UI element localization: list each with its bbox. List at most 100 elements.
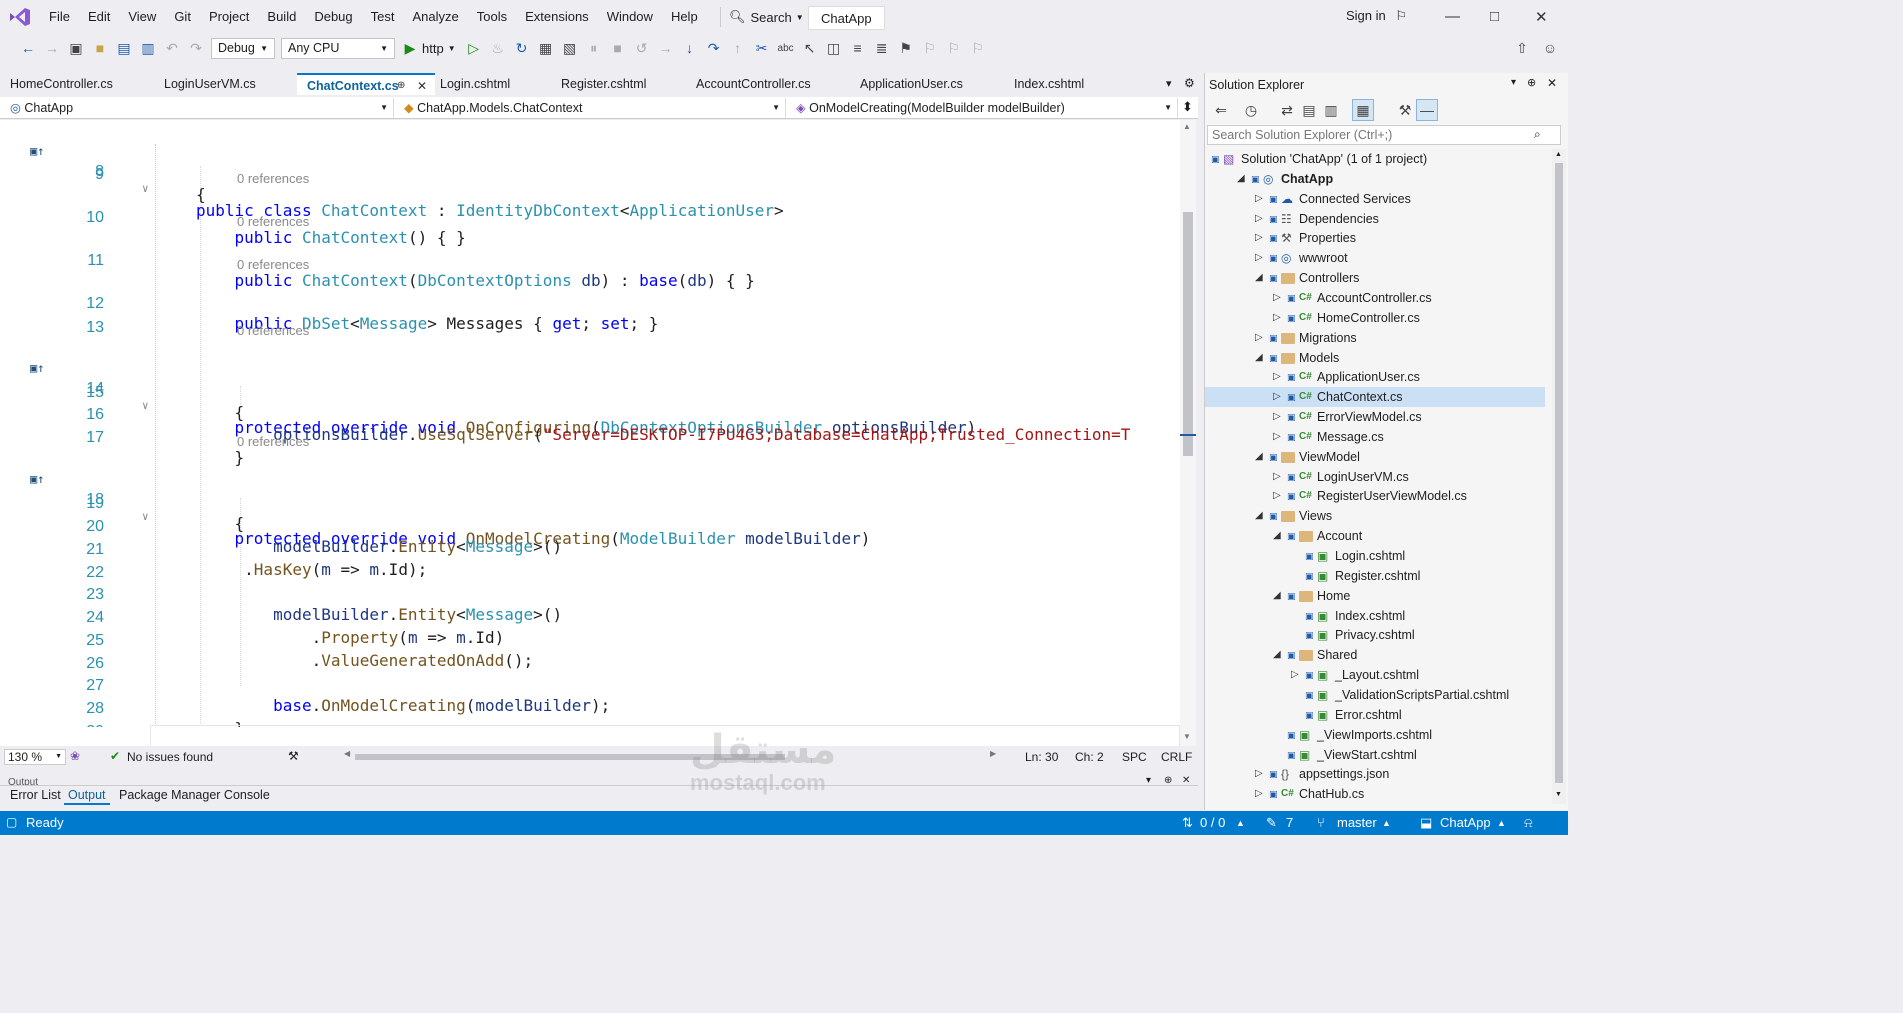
indent-icon[interactable]: ≡ — [847, 37, 869, 59]
tree-item[interactable]: ▷ ▣ C# Message.cs — [1205, 427, 1545, 447]
next-bookmark-icon[interactable]: ⚐ — [943, 37, 965, 59]
redo-icon[interactable]: ↷ — [185, 37, 207, 59]
line-indicator[interactable]: Ln: 30 — [1025, 750, 1058, 764]
stop-icon[interactable]: ■ — [607, 37, 629, 59]
collapsed-arrow-icon[interactable]: ▷ — [1255, 248, 1263, 268]
navigate-back-icon[interactable]: ← — [17, 37, 39, 59]
menu-item-analyze[interactable]: Analyze — [403, 0, 467, 34]
step-over-icon[interactable]: ↷ — [703, 37, 725, 59]
tab-output[interactable]: Output — [64, 787, 110, 805]
expanded-arrow-icon[interactable]: ◢ — [1273, 586, 1281, 606]
codelens-references[interactable]: 0 references — [237, 323, 309, 338]
menu-item-test[interactable]: Test — [362, 0, 404, 34]
collapsed-arrow-icon[interactable]: ▷ — [1273, 308, 1281, 328]
solution-explorer-search[interactable]: Search Solution Explorer (Ctrl+;) ⌕ — [1207, 125, 1561, 145]
back-icon[interactable]: ⇐ — [1210, 99, 1232, 121]
collapsed-arrow-icon[interactable]: ▷ — [1273, 427, 1281, 447]
scrollbar-thumb[interactable] — [1183, 212, 1193, 456]
code-map-icon[interactable]: ✂ — [751, 37, 773, 59]
new-project-icon[interactable]: ▣ — [65, 37, 87, 59]
collapsed-arrow-icon[interactable]: ▷ — [1273, 367, 1281, 387]
close-tab-icon[interactable]: ✕ — [417, 75, 427, 97]
outdent-icon[interactable]: ≣ — [871, 37, 893, 59]
tree-item[interactable]: ▷ ▣ C# ApplicationUser.cs — [1205, 367, 1545, 387]
search-box[interactable]: 🔍︎ Search ▼ — [720, 7, 804, 27]
code-editor[interactable]: ▣↑ 8 ∨ public class ChatContext : Identi… — [0, 120, 1180, 746]
properties-wrench-icon[interactable]: ⚒ — [1394, 99, 1416, 121]
git-repository[interactable]: ChatApp — [1440, 815, 1491, 830]
tree-item[interactable]: ▣ ▣ Login.cshtml — [1205, 546, 1545, 566]
tab-overflow-icon[interactable]: ▾ — [1166, 77, 1172, 90]
scroll-down-icon[interactable]: ▼ — [1555, 791, 1562, 798]
menu-item-edit[interactable]: Edit — [79, 0, 119, 34]
project-dropdown[interactable]: ◎ ChatApp ▼ — [4, 98, 394, 118]
tree-item[interactable]: ▣ ▣ _ValidationScriptsPartial.cshtml — [1205, 685, 1545, 705]
tree-item[interactable]: ▷ ▣{} appsettings.json — [1205, 764, 1545, 784]
restart-icon[interactable]: ↺ — [631, 37, 653, 59]
tree-item[interactable]: ▣ ▧ Solution 'ChatApp' (1 of 1 project) — [1205, 149, 1545, 169]
history-icon[interactable]: ◷ — [1240, 99, 1262, 121]
pointer-icon[interactable]: ↖ — [799, 37, 821, 59]
collapsed-arrow-icon[interactable]: ▷ — [1273, 288, 1281, 308]
scroll-down-icon[interactable]: ▼ — [1183, 732, 1191, 741]
scrollbar-thumb[interactable] — [1555, 163, 1563, 783]
tab-error-list[interactable]: Error List — [10, 788, 61, 802]
issues-status[interactable]: No issues found — [127, 750, 213, 764]
column-indicator[interactable]: Ch: 2 — [1075, 750, 1104, 764]
code-cleanup-icon[interactable]: ⚒ — [288, 749, 299, 763]
preview-selected-icon[interactable]: — — [1416, 99, 1438, 121]
tree-item[interactable]: ◢ ▣ Account — [1205, 526, 1545, 546]
collapsed-arrow-icon[interactable]: ▷ — [1255, 784, 1263, 804]
step-out-icon[interactable]: ↑ — [727, 37, 749, 59]
minimize-icon[interactable]: — — [1445, 8, 1460, 25]
feedback-icon[interactable]: ☺ — [1539, 37, 1561, 59]
prev-bookmark-icon[interactable]: ⚐ — [919, 37, 941, 59]
menu-item-project[interactable]: Project — [200, 0, 258, 34]
expanded-arrow-icon[interactable]: ◢ — [1255, 506, 1263, 526]
start-without-debugging-icon[interactable]: ▷ — [463, 37, 485, 59]
scroll-up-icon[interactable]: ▲ — [1555, 151, 1562, 158]
collapse-all-icon[interactable]: ▤ — [1298, 99, 1320, 121]
layout-icon[interactable]: ▧ — [559, 37, 581, 59]
expanded-arrow-icon[interactable]: ◢ — [1255, 268, 1263, 288]
pause-icon[interactable]: ⏸︎ — [583, 37, 605, 59]
collapsed-arrow-icon[interactable]: ▷ — [1255, 228, 1263, 248]
visual-studio-logo-icon[interactable] — [8, 7, 32, 27]
tree-item[interactable]: ▣ ▣ _ViewImports.cshtml — [1205, 725, 1545, 745]
start-debugging-icon[interactable]: ▶ — [399, 37, 421, 59]
tab-homecontroller[interactable]: HomeController.cs — [0, 73, 152, 95]
bookmark-icon[interactable]: ⚑ — [895, 37, 917, 59]
clear-bookmarks-icon[interactable]: ⚐ — [967, 37, 989, 59]
tree-item[interactable]: ▷ ▣ C# ErrorViewModel.cs — [1205, 407, 1545, 427]
collapsed-arrow-icon[interactable]: ▷ — [1273, 407, 1281, 427]
tree-item[interactable]: ▷ ▣ C# HomeController.cs — [1205, 308, 1545, 328]
menu-item-extensions[interactable]: Extensions — [516, 0, 598, 34]
git-sync-icon[interactable]: ⇅ — [1182, 815, 1193, 831]
tree-item[interactable]: ▷ ▣ ⚒ Properties — [1205, 228, 1545, 248]
tree-item[interactable]: ▷ ▣ ◎ wwwroot — [1205, 248, 1545, 268]
browse-icon[interactable]: ▦ — [535, 37, 557, 59]
expanded-arrow-icon[interactable]: ◢ — [1237, 169, 1245, 189]
codelens-references[interactable]: 0 references — [237, 257, 309, 272]
menu-item-build[interactable]: Build — [258, 0, 305, 34]
collapsed-arrow-icon[interactable]: ▷ — [1255, 328, 1263, 348]
line-ending-indicator[interactable]: CRLF — [1161, 750, 1192, 764]
tab-index-cshtml[interactable]: Index.cshtml — [1004, 73, 1130, 95]
codelens-references[interactable]: 0 references — [237, 171, 309, 186]
tab-loginuservm[interactable]: LoginUserVM.cs — [154, 73, 296, 95]
sync-icon[interactable]: ⇄ — [1276, 99, 1298, 121]
branch-icon[interactable]: ⑂ — [1317, 815, 1325, 830]
pin-icon[interactable]: ⊕ — [1527, 76, 1536, 89]
tree-item[interactable]: ◢ ▣ Models — [1205, 348, 1545, 368]
show-all-files-icon[interactable]: ▥ — [1320, 99, 1342, 121]
spell-check-icon[interactable]: abc — [775, 37, 797, 59]
whitespace-indicator[interactable]: SPC — [1122, 750, 1147, 764]
type-dropdown[interactable]: ◆ ChatApp.Models.ChatContext ▼ — [398, 98, 786, 118]
scroll-right-icon[interactable]: ▶ — [990, 749, 996, 758]
solution-configuration-select[interactable]: Debug ▼ — [211, 37, 275, 59]
split-editor-icon[interactable]: ⬍ — [1182, 99, 1193, 115]
collapsed-arrow-icon[interactable]: ▷ — [1291, 665, 1299, 685]
tree-item[interactable]: ▷ ▣ C# ChatHub.cs — [1205, 784, 1545, 804]
switch-views-icon[interactable]: ▦ — [1352, 99, 1374, 121]
git-branch[interactable]: master — [1337, 815, 1377, 830]
